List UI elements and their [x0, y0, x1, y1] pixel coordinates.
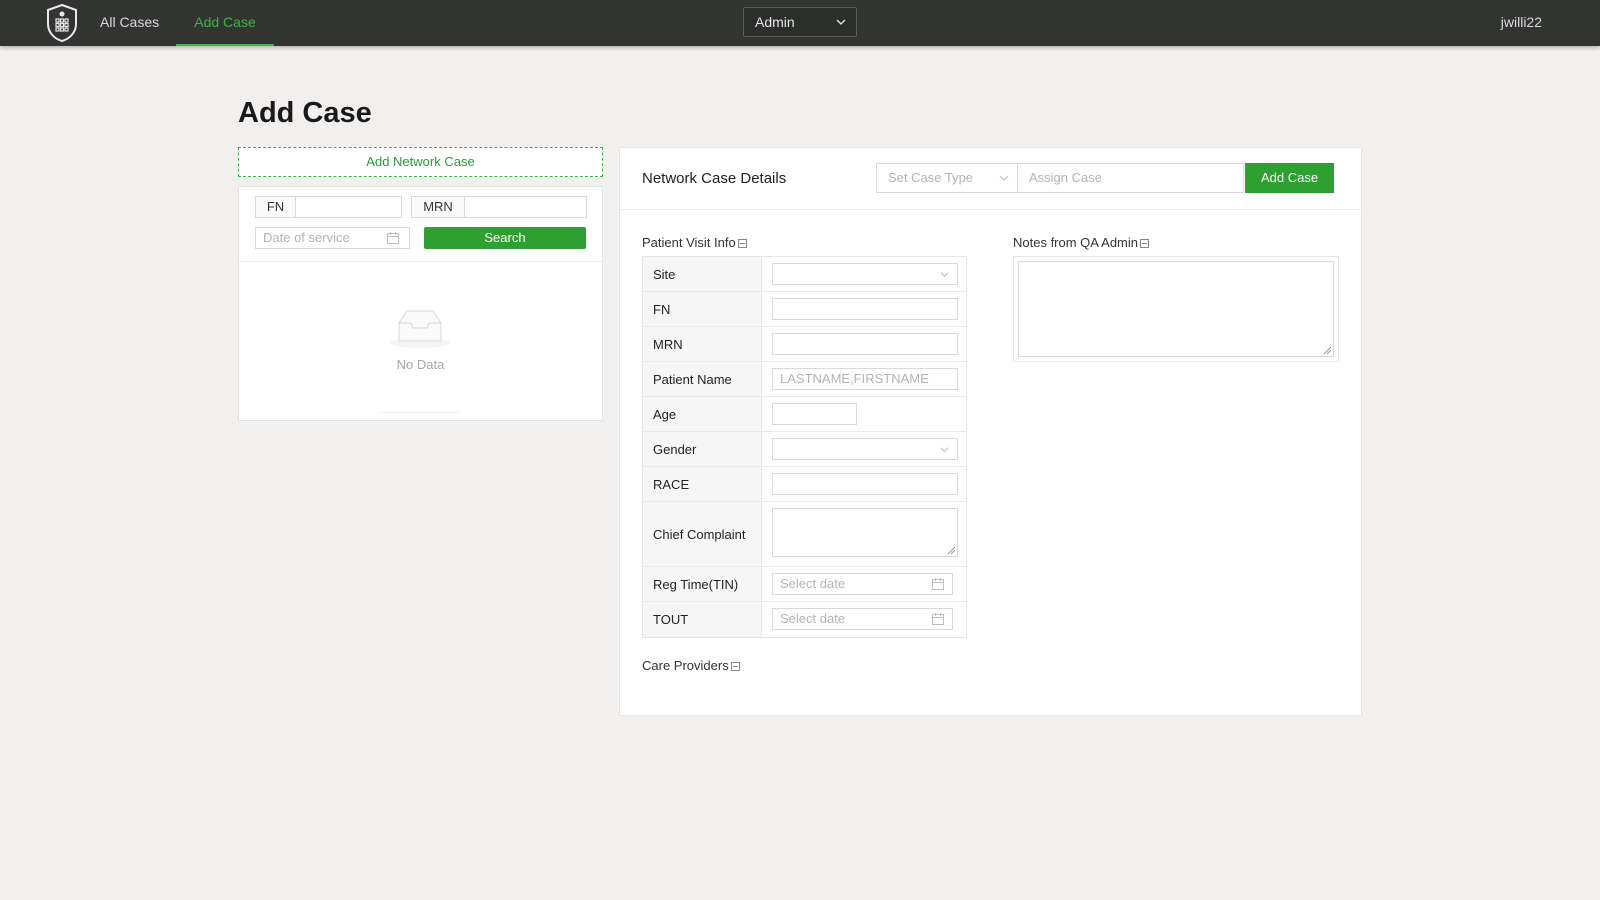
- field-row-gender: Gender: [643, 432, 966, 467]
- field-row-site: Site: [643, 257, 966, 292]
- age-input[interactable]: [772, 403, 857, 425]
- fn-addon-label: FN: [255, 196, 296, 218]
- patient-visit-info-table: Site FN MRN Patient Name LASTNAME,FIRSTN…: [642, 256, 967, 638]
- nav-add-case[interactable]: Add Case: [176, 0, 274, 46]
- race-input[interactable]: [772, 473, 958, 495]
- empty-state-text: No Data: [396, 357, 445, 372]
- nav-all-cases[interactable]: All Cases: [100, 0, 159, 46]
- collapse-icon[interactable]: [730, 662, 740, 671]
- field-label: MRN: [643, 327, 762, 361]
- date-placeholder: Select date: [780, 611, 846, 626]
- empty-inbox-icon: [390, 310, 450, 348]
- calendar-icon: [932, 613, 944, 625]
- divider: [239, 261, 602, 262]
- divider: [620, 209, 1361, 210]
- role-select-value: Admin: [755, 14, 795, 30]
- top-navbar: All Cases Add Case Admin jwilli22: [0, 0, 1600, 46]
- field-label: RACE: [643, 467, 762, 501]
- resize-handle-icon[interactable]: [1324, 347, 1331, 354]
- notes-title: Notes from QA Admin: [1013, 235, 1138, 250]
- field-row-reg-time: Reg Time(TIN) Select date: [643, 567, 966, 602]
- patient-visit-info-title: Patient Visit Info: [642, 235, 736, 250]
- notes-textarea[interactable]: [1018, 261, 1334, 357]
- patient-name-input[interactable]: LASTNAME,FIRSTNAME: [772, 368, 958, 390]
- calendar-icon: [932, 578, 944, 590]
- field-row-patient-name: Patient Name LASTNAME,FIRSTNAME: [643, 362, 966, 397]
- date-placeholder: Select date: [780, 576, 846, 591]
- field-label: Gender: [643, 432, 762, 466]
- notes-container: [1013, 256, 1339, 362]
- shield-logo-icon[interactable]: [46, 4, 78, 42]
- field-label: Site: [643, 257, 762, 291]
- notes-header[interactable]: Notes from QA Admin: [1013, 235, 1149, 250]
- details-title: Network Case Details: [642, 170, 787, 187]
- chevron-down-icon: [836, 19, 846, 25]
- field-label: Age: [643, 397, 762, 431]
- case-type-select[interactable]: Set Case Type: [876, 163, 1018, 193]
- add-case-button[interactable]: Add Case: [1245, 163, 1334, 193]
- date-of-service-picker[interactable]: Date of service: [255, 227, 410, 249]
- user-menu[interactable]: jwilli22: [1501, 0, 1542, 44]
- mrn-search-input[interactable]: [464, 196, 587, 218]
- field-label: Chief Complaint: [643, 502, 762, 566]
- assign-case-input[interactable]: Assign Case: [1017, 163, 1244, 193]
- divider: [379, 412, 459, 413]
- mrn-addon-label: MRN: [411, 196, 465, 218]
- field-label: FN: [643, 292, 762, 326]
- calendar-icon: [387, 232, 399, 244]
- chevron-down-icon: [940, 272, 949, 278]
- chevron-down-icon: [999, 175, 1009, 181]
- field-label: TOUT: [643, 602, 762, 637]
- mrn-input[interactable]: [772, 333, 958, 355]
- field-row-age: Age: [643, 397, 966, 432]
- patient-visit-info-header[interactable]: Patient Visit Info: [642, 235, 747, 250]
- field-row-tout: TOUT Select date: [643, 602, 966, 637]
- chevron-down-icon: [940, 447, 949, 453]
- field-row-mrn: MRN: [643, 327, 966, 362]
- resize-handle-icon[interactable]: [948, 547, 955, 554]
- care-providers-header[interactable]: Care Providers: [642, 658, 740, 673]
- site-select[interactable]: [772, 263, 958, 285]
- case-type-placeholder: Set Case Type: [888, 170, 974, 185]
- fn-search-input[interactable]: [295, 196, 402, 218]
- field-label: Patient Name: [643, 362, 762, 396]
- field-row-chief-complaint: Chief Complaint: [643, 502, 966, 567]
- field-row-race: RACE: [643, 467, 966, 502]
- field-row-fn: FN: [643, 292, 966, 327]
- date-of-service-placeholder: Date of service: [263, 230, 350, 245]
- collapse-icon[interactable]: [737, 239, 747, 248]
- gender-select[interactable]: [772, 438, 958, 460]
- chief-complaint-textarea[interactable]: [772, 508, 958, 557]
- network-search-card: FN MRN Date of service Search No Data: [238, 186, 603, 421]
- assign-case-placeholder: Assign Case: [1029, 170, 1102, 185]
- care-providers-title: Care Providers: [642, 658, 729, 673]
- tout-date-picker[interactable]: Select date: [772, 608, 953, 630]
- reg-time-date-picker[interactable]: Select date: [772, 573, 953, 595]
- search-button[interactable]: Search: [424, 227, 586, 249]
- network-case-details-card: Network Case Details Set Case Type Assig…: [619, 147, 1362, 716]
- collapse-icon[interactable]: [1140, 239, 1149, 248]
- field-label: Reg Time(TIN): [643, 567, 762, 601]
- fn-input[interactable]: [772, 298, 958, 320]
- page-title: Add Case: [238, 97, 372, 129]
- add-network-case-button[interactable]: Add Network Case: [238, 147, 603, 177]
- role-select[interactable]: Admin: [743, 7, 857, 37]
